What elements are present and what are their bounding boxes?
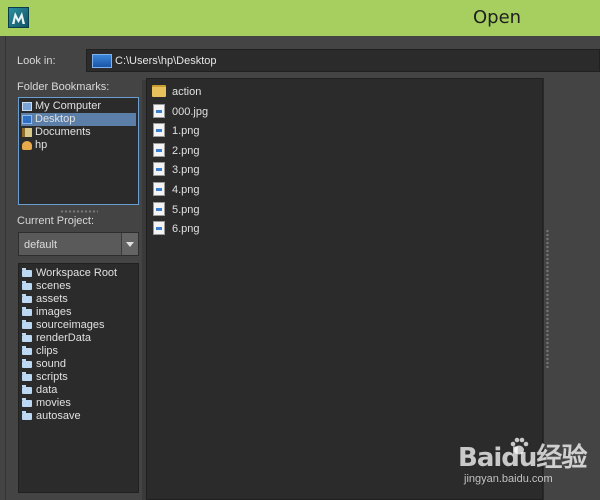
image-file-icon [153, 143, 165, 157]
folder-icon [22, 307, 32, 316]
bookmark-my-computer[interactable]: My Computer [21, 100, 136, 113]
folder-icon [22, 372, 32, 381]
image-file-icon [153, 162, 165, 176]
bookmark-label: My Computer [35, 100, 102, 112]
image-file-icon [153, 104, 165, 118]
current-project-value: default [24, 239, 58, 251]
current-project-label: Current Project: [17, 215, 95, 227]
folder-icon [22, 268, 32, 277]
window-title: Open [473, 7, 522, 28]
preview-splitter-handle[interactable] [546, 229, 549, 369]
folder-icon [22, 294, 32, 303]
watermark-url: jingyan.baidu.com [464, 473, 553, 485]
baidu-watermark: Baidu经验 jingyan.baidu.com [458, 433, 598, 495]
project-folder-label: clips [36, 345, 59, 357]
file-name: 6.png [172, 223, 200, 235]
folder-icon [22, 346, 32, 355]
file-name: 3.png [172, 164, 200, 176]
project-folder-label: movies [36, 397, 71, 409]
bookmark-label: Desktop [35, 113, 76, 125]
image-file-icon [153, 221, 165, 235]
look-in-label: Look in: [17, 55, 56, 67]
folder-icon [22, 320, 32, 329]
project-folder-label: images [36, 306, 72, 318]
project-folder-label: data [36, 384, 58, 396]
image-file-icon [153, 182, 165, 196]
folder-icon [22, 385, 32, 394]
folder-bookmarks-list[interactable]: My Computer Desktop Documents hp [18, 97, 139, 205]
project-folder-label: sourceimages [36, 319, 105, 331]
bookmark-documents[interactable]: Documents [21, 126, 136, 139]
look-in-path-field[interactable]: C:\Users\hp\Desktop [86, 49, 600, 72]
project-folder-label: scenes [36, 280, 71, 292]
folder-icon [22, 359, 32, 368]
desktop-icon [92, 54, 112, 68]
folder-bookmarks-label: Folder Bookmarks: [17, 81, 110, 93]
paw-icon [510, 437, 529, 455]
title-bar[interactable]: Open [0, 0, 600, 36]
project-folder-label: autosave [36, 410, 81, 422]
user-icon [22, 141, 32, 150]
bookmark-hp[interactable]: hp [21, 139, 136, 152]
documents-icon [22, 128, 32, 137]
file-name: 5.png [172, 204, 200, 216]
file-name: 4.png [172, 184, 200, 196]
chevron-down-icon[interactable] [121, 233, 138, 255]
project-folder-label: renderData [36, 332, 92, 344]
pane-splitter-handle[interactable] [60, 210, 98, 213]
project-folder-label: sound [36, 358, 66, 370]
desktop-icon [22, 115, 32, 124]
computer-icon [22, 102, 32, 111]
bookmark-label: Documents [35, 126, 91, 138]
look-in-path[interactable]: C:\Users\hp\Desktop [115, 55, 216, 67]
maya-app-icon [8, 7, 29, 28]
file-name: 000.jpg [172, 106, 209, 118]
folder-icon [22, 281, 32, 290]
image-file-icon [153, 202, 165, 216]
folder-icon [22, 333, 32, 342]
file-name: 1.png [172, 125, 200, 137]
project-folder-label: Workspace Root [36, 267, 118, 279]
project-folders-list[interactable]: Workspace Root scenes assets images sour… [18, 263, 139, 493]
project-folder-label: assets [36, 293, 68, 305]
dialog-edge [5, 36, 6, 500]
file-name: action [172, 86, 202, 98]
file-name: 2.png [172, 145, 200, 157]
image-file-icon [153, 123, 165, 137]
current-project-dropdown[interactable]: default [18, 232, 139, 256]
folder-icon [152, 85, 166, 97]
folder-icon [22, 411, 32, 420]
bookmark-label: hp [35, 139, 48, 151]
folder-icon [22, 398, 32, 407]
project-folder-label: scripts [36, 371, 68, 383]
bookmark-desktop[interactable]: Desktop [21, 113, 136, 126]
